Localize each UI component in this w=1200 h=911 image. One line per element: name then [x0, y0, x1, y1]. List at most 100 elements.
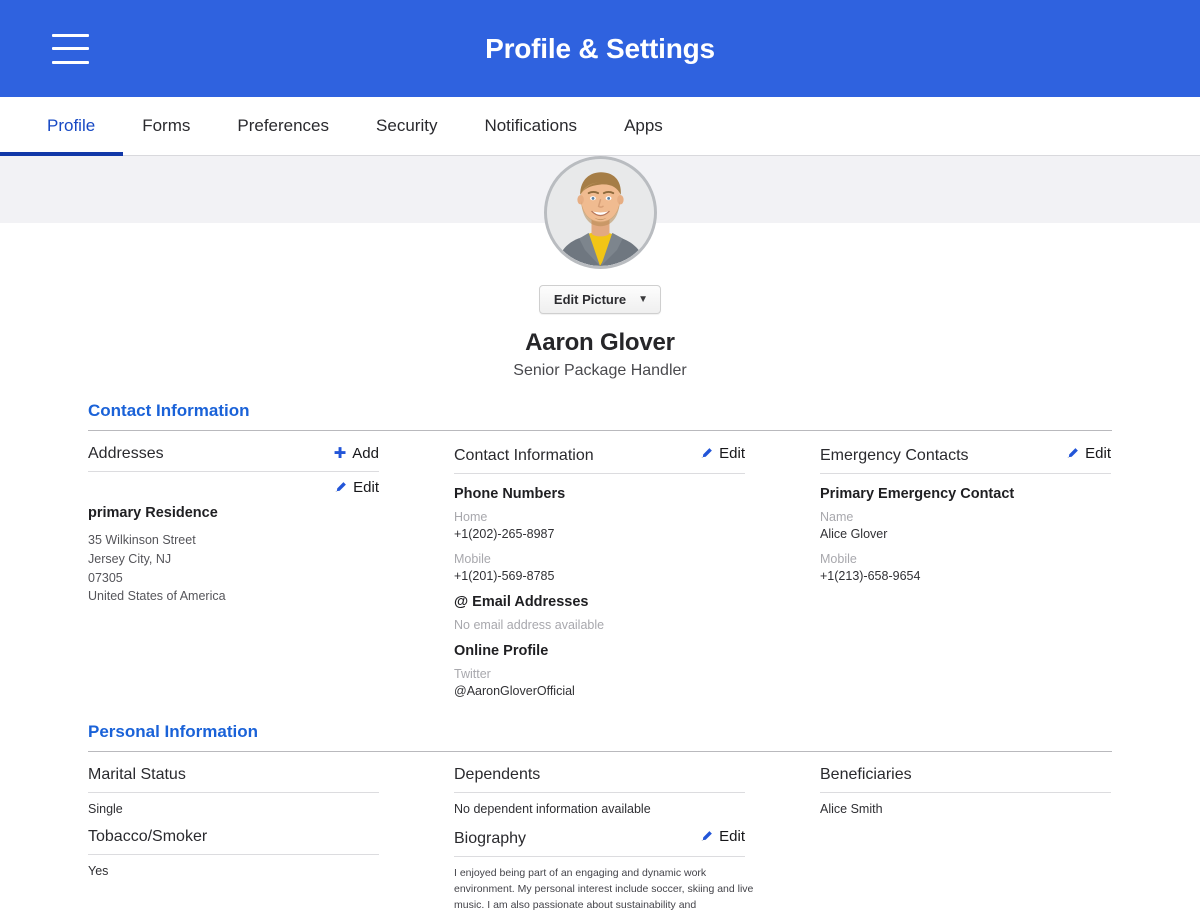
hamburger-bar — [52, 33, 89, 37]
section-title-contact-information: Contact Information — [88, 401, 250, 420]
column-divider — [820, 791, 1111, 793]
address-lines: 35 Wilkinson Street Jersey City, NJ 0730… — [88, 531, 379, 606]
address-line: 07305 — [88, 570, 123, 585]
emergency-label-name: Name — [820, 510, 854, 524]
online-profile-heading: Online Profile — [454, 643, 549, 660]
dependents-value: No dependent information available — [454, 801, 651, 816]
emergency-contacts-heading: Emergency Contacts — [820, 447, 969, 464]
pencil-icon — [700, 830, 713, 843]
column-divider — [88, 791, 379, 793]
address-entry-label: primary Residence — [88, 505, 218, 521]
add-label: Add — [352, 445, 379, 462]
primary-emergency-contact-heading: Primary Emergency Contact — [820, 486, 1015, 502]
tab-label: Security — [376, 116, 438, 135]
tab-bar: Profile Forms Preferences Security Notif… — [0, 97, 1200, 156]
dependents-header: Dependents — [454, 752, 745, 784]
add-address-button[interactable]: ✚ Add — [334, 445, 379, 462]
marital-status-heading: Marital Status — [88, 765, 186, 783]
hamburger-bar — [52, 47, 89, 50]
main-content: Contact Information Addresses ✚ Add Edit… — [0, 401, 1200, 911]
addresses-header: Addresses ✚ Add — [88, 431, 379, 463]
column-divider — [88, 471, 379, 472]
section-title-personal-information: Personal Information — [88, 721, 259, 741]
marital-status-header: Marital Status — [88, 752, 379, 784]
edit-label: Edit — [353, 479, 379, 496]
hamburger-bar — [52, 60, 89, 64]
phone-label-mobile: Mobile — [454, 551, 491, 566]
tab-label: Apps — [624, 116, 663, 135]
tab-label: Forms — [142, 116, 191, 135]
avatar-photo — [546, 159, 654, 266]
column-divider — [820, 473, 1111, 474]
edit-emergency-contacts-button[interactable]: Edit — [1066, 445, 1111, 462]
phone-value-home: +1(202)-265-8987 — [454, 526, 555, 541]
address-line: 35 Wilkinson Street — [88, 533, 196, 547]
beneficiaries-heading: Beneficiaries — [820, 765, 912, 783]
edit-label: Edit — [719, 827, 745, 845]
contact-information-heading: Contact Information — [454, 447, 594, 464]
online-profile-value: @AaronGloverOfficial — [454, 684, 575, 698]
edit-biography-button[interactable]: Edit — [700, 828, 745, 845]
edit-address-button[interactable]: Edit — [334, 479, 379, 496]
tab-apps[interactable]: Apps — [624, 97, 663, 156]
plus-icon: ✚ — [333, 445, 347, 462]
hamburger-menu-icon[interactable] — [52, 33, 89, 64]
emergency-value-name: Alice Glover — [820, 526, 888, 541]
column-marital-tobacco: Marital Status Single Tobacco/Smoker Yes — [88, 752, 454, 911]
tab-forms[interactable]: Forms — [142, 97, 190, 156]
profile-role: Senior Package Handler — [513, 362, 687, 379]
email-empty-text: No email address available — [454, 618, 605, 633]
tobacco-header: Tobacco/Smoker — [88, 828, 379, 846]
edit-label: Edit — [1085, 445, 1111, 462]
contact-columns: Addresses ✚ Add Edit primary Residence 3… — [88, 431, 1112, 701]
app-header: Profile & Settings — [0, 0, 1200, 97]
dependents-heading: Dependents — [454, 765, 541, 783]
emergency-label-mobile: Mobile — [820, 551, 857, 566]
column-divider — [88, 853, 379, 855]
column-divider — [454, 791, 745, 793]
phone-label-home: Home — [454, 510, 488, 524]
edit-picture-label: Edit Picture — [553, 292, 627, 307]
biography-text: I enjoyed being part of an engaging and … — [454, 866, 754, 911]
pencil-icon — [1066, 447, 1079, 460]
addresses-heading: Addresses — [88, 445, 164, 462]
email-addresses-heading: @ Email Addresses — [454, 594, 589, 611]
address-line: Jersey City, NJ — [88, 551, 172, 566]
profile-name: Aaron Glover — [525, 329, 675, 356]
tab-security[interactable]: Security — [376, 97, 437, 156]
column-addresses: Addresses ✚ Add Edit primary Residence 3… — [88, 431, 454, 701]
phone-numbers-heading: Phone Numbers — [454, 486, 566, 502]
tab-label: Notifications — [484, 116, 578, 135]
pencil-icon — [700, 447, 713, 460]
contact-information-header: Contact Information Edit — [454, 431, 745, 465]
phone-value-mobile: +1(201)-569-8785 — [454, 568, 555, 583]
column-divider — [454, 473, 745, 474]
online-profile-label: Twitter — [454, 667, 491, 682]
edit-address-row: Edit — [88, 479, 379, 496]
biography-heading: Biography — [454, 829, 527, 847]
tab-preferences[interactable]: Preferences — [237, 97, 329, 156]
tab-label: Profile — [47, 116, 96, 135]
column-beneficiaries: Beneficiaries Alice Smith — [820, 752, 1186, 911]
emergency-value-mobile: +1(213)-658-9654 — [820, 568, 921, 583]
address-line: United States of America — [88, 589, 226, 604]
avatar[interactable] — [543, 156, 657, 269]
edit-label: Edit — [719, 445, 745, 462]
chevron-down-icon: ▼ — [638, 294, 649, 305]
beneficiaries-header: Beneficiaries — [820, 752, 1111, 784]
tab-profile[interactable]: Profile — [0, 97, 124, 156]
marital-status-value: Single — [88, 801, 123, 816]
tab-notifications[interactable]: Notifications — [484, 97, 577, 156]
tobacco-heading: Tobacco/Smoker — [88, 827, 208, 845]
edit-contact-information-button[interactable]: Edit — [700, 445, 745, 462]
tobacco-value: Yes — [88, 863, 109, 878]
profile-header: Edit Picture ▼ Aaron Glover Senior Packa… — [0, 156, 1200, 380]
column-contact-information: Contact Information Edit Phone Numbers H… — [454, 431, 820, 701]
emergency-contacts-header: Emergency Contacts Edit — [820, 431, 1111, 465]
edit-picture-button[interactable]: Edit Picture ▼ — [538, 285, 662, 314]
column-dependents-biography: Dependents No dependent information avai… — [454, 752, 820, 911]
biography-header: Biography Edit — [454, 828, 745, 848]
pencil-icon — [334, 481, 347, 494]
beneficiaries-value: Alice Smith — [820, 801, 883, 816]
page-title: Profile & Settings — [485, 32, 715, 64]
